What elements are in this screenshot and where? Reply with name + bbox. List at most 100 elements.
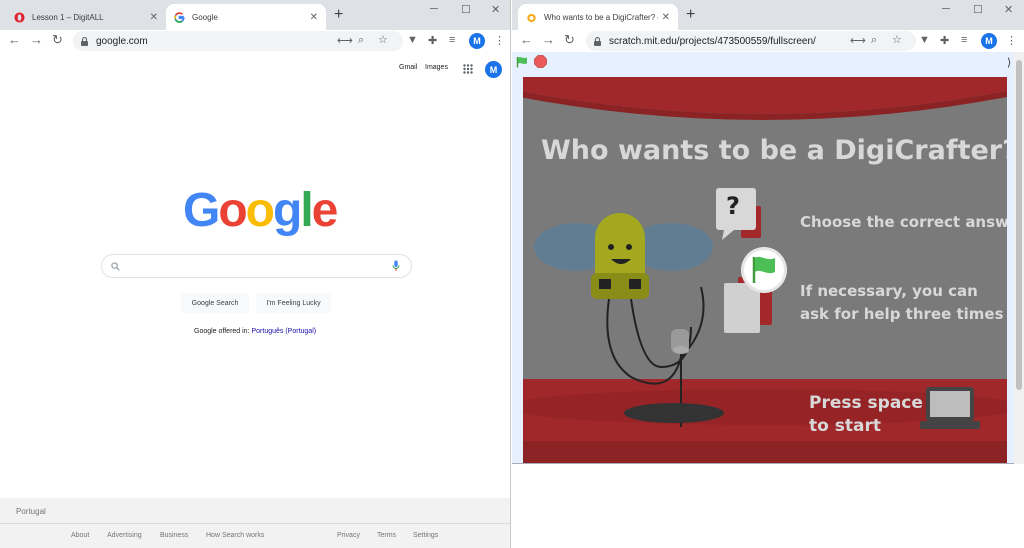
scrollbar-thumb[interactable] [1016,60,1022,390]
tab-title: Who wants to be a DigiCrafter? o [544,12,658,22]
page-footer: Portugal About Advertising Business How … [0,498,510,548]
right-browser-window: Who wants to be a DigiCrafter? o ✕ + ─ ☐… [512,0,1024,548]
browser-toolbar: ← → ↻ scratch.mit.edu/projects/473500559… [512,30,1024,52]
instruction-line-2b: ask for help three times [800,305,1004,323]
reload-icon[interactable]: ↻ [564,32,575,48]
gmail-link[interactable]: Gmail [399,64,417,71]
green-flag-icon[interactable] [516,56,528,68]
microphone-icon[interactable] [392,260,400,272]
address-text: google.com [96,35,148,47]
minimize-button[interactable]: ─ [430,3,438,15]
maximize-button[interactable]: ☐ [973,3,983,16]
close-window-button[interactable]: ✕ [1004,3,1013,16]
close-tab-icon[interactable]: ✕ [150,12,158,23]
profile-avatar[interactable]: M [981,33,997,49]
reload-icon[interactable]: ↻ [52,32,63,48]
tab-google[interactable]: Google ✕ [166,4,326,30]
tab-strip: Lesson 1 – DigitALL ✕ Google ✕ + ─ ☐ ✕ [0,0,510,30]
address-text: scratch.mit.edu/projects/473500559/fulls… [609,35,816,47]
exit-fullscreen-icon[interactable]: ⟩ [1007,56,1011,69]
bookmark-star-icon[interactable]: ☆ [378,33,388,46]
vertical-scrollbar[interactable] [1014,52,1024,464]
menu-icon[interactable]: ⋮ [494,34,505,47]
puzzle-icon[interactable]: ✚ [940,34,949,47]
logo-letter: g [273,184,302,237]
translate-icon[interactable]: ⟷ [850,34,866,47]
country-label: Portugal [16,507,46,516]
footer-divider [0,523,510,524]
logo-letter: o [218,184,247,237]
project-title: Who wants to be a DigiCrafter? [541,135,1007,166]
tab-title: Lesson 1 – DigitALL [32,12,104,22]
zoom-icon[interactable]: ⌕ [871,34,877,47]
logo-letter: e [311,184,339,237]
address-bar[interactable]: google.com ⟷ ⌕ ☆ [73,31,403,51]
close-window-button[interactable]: ✕ [491,3,500,16]
tab-title: Google [192,12,218,22]
google-search-button[interactable]: Google Search [181,293,249,313]
footer-how-search-works-link[interactable]: How Search works [206,532,264,539]
instruction-line-1: Choose the correct answer [800,213,1007,231]
puzzle-icon[interactable]: ✚ [428,34,437,47]
tab-scratch[interactable]: Who wants to be a DigiCrafter? o ✕ [518,4,678,30]
minimize-button[interactable]: ─ [942,3,950,15]
logo-letter: l [300,184,313,237]
media-control-icon[interactable]: ≡ [961,34,967,46]
laptop-icon [920,387,980,429]
google-logo: Google [183,183,339,238]
bookmark-star-icon[interactable]: ☆ [892,33,902,46]
address-bar[interactable]: scratch.mit.edu/projects/473500559/fulls… [586,31,916,51]
scratch-cat-icon [527,13,536,22]
lock-icon [594,36,601,46]
media-control-icon[interactable]: ≡ [449,34,455,46]
tab-strip: Who wants to be a DigiCrafter? o ✕ + ─ ☐… [512,0,1024,30]
scratch-stage[interactable]: Who wants to be a DigiCrafter? ? Choose … [519,77,1007,463]
close-tab-icon[interactable]: ✕ [662,12,670,23]
back-icon[interactable]: ← [520,32,533,47]
google-g-icon [174,11,185,23]
footer-about-link[interactable]: About [71,532,89,539]
zoom-icon[interactable]: ⌕ [358,34,364,47]
forward-icon[interactable]: → [30,32,43,47]
tab-lesson[interactable]: Lesson 1 – DigitALL ✕ [6,4,166,30]
search-icon [111,262,120,271]
footer-business-link[interactable]: Business [160,532,188,539]
bee-character [534,213,724,427]
language-offer: Google offered in: Português (Portugal) [194,328,316,335]
maximize-button[interactable]: ☐ [461,3,471,16]
footer-terms-link[interactable]: Terms [377,532,396,539]
close-tab-icon[interactable]: ✕ [310,12,318,23]
footer-privacy-link[interactable]: Privacy [337,532,360,539]
logo-letter: o [245,184,275,237]
lock-icon [81,36,88,46]
feeling-lucky-button[interactable]: I'm Feeling Lucky [256,293,331,313]
left-browser-window: Lesson 1 – DigitALL ✕ Google ✕ + ─ ☐ ✕ ←… [0,0,511,548]
forward-icon[interactable]: → [542,32,555,47]
translate-icon[interactable]: ⟷ [337,34,353,47]
opera-icon [14,11,25,23]
extension-icon[interactable]: ▼ [919,34,930,46]
green-flag-icon[interactable] [739,245,789,295]
back-icon[interactable]: ← [8,32,21,47]
new-tab-button[interactable]: + [334,6,343,24]
scratch-controls-bar: ⟩ [512,52,1024,76]
search-box[interactable] [101,254,412,278]
new-tab-button[interactable]: + [686,6,695,24]
menu-icon[interactable]: ⋮ [1006,34,1017,47]
search-input[interactable] [126,258,376,274]
language-link[interactable]: Português (Portugal) [251,328,316,335]
stop-icon[interactable] [534,55,547,68]
press-space-line-1: Press space [809,393,923,413]
press-space-line-2: to start [809,416,881,436]
logo-letter: G [183,184,220,237]
instruction-line-2a: If necessary, you can [800,282,978,300]
offered-label: Google offered in: [194,328,250,335]
images-link[interactable]: Images [425,64,448,71]
browser-toolbar: ← → ↻ google.com ⟷ ⌕ ☆ ▼ ✚ ≡ M ⋮ [0,30,510,52]
footer-advertising-link[interactable]: Advertising [107,532,142,539]
extension-icon[interactable]: ▼ [407,34,418,46]
account-avatar[interactable]: M [485,61,502,78]
apps-grid-icon[interactable] [463,64,473,74]
footer-settings-link[interactable]: Settings [413,532,438,539]
profile-avatar[interactable]: M [469,33,485,49]
